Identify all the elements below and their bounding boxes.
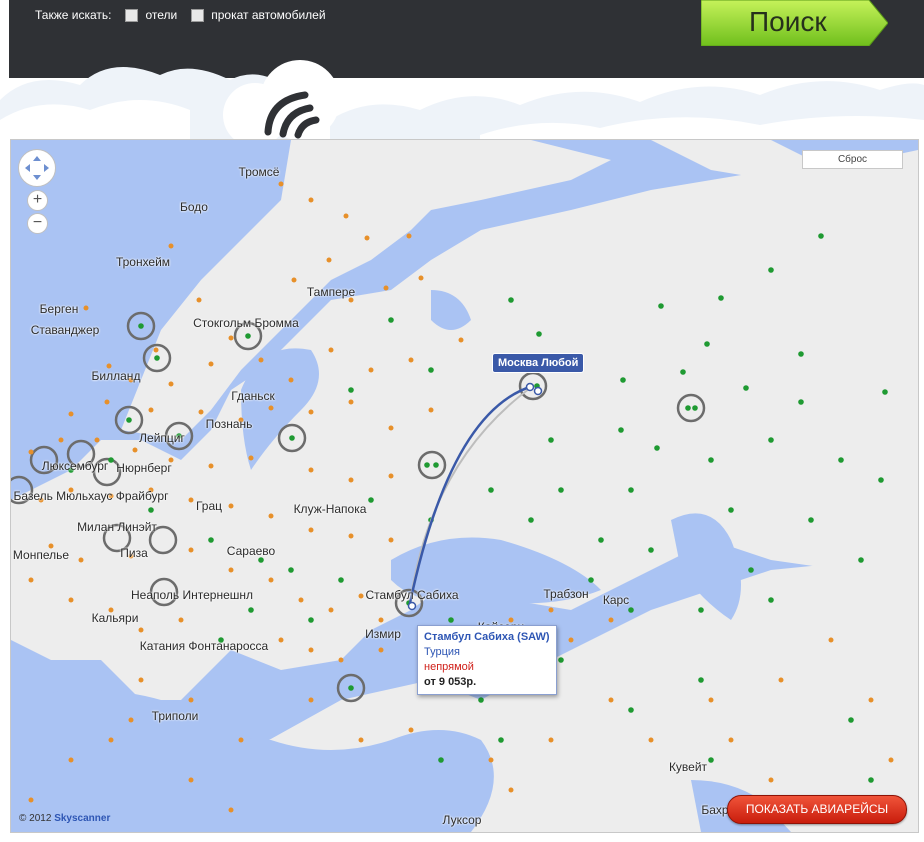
city-label: Измир — [365, 627, 401, 641]
city-label: Неаполь Интернешнл — [130, 588, 254, 602]
origin-label[interactable]: Москва Любой — [492, 353, 585, 373]
city-label: Тампере — [306, 285, 356, 299]
popup-stops: непрямой — [424, 661, 474, 673]
city-label: Ставанджер — [30, 323, 100, 337]
city-label: Лейпциг — [139, 431, 185, 445]
zoom-in-button[interactable]: + — [27, 190, 48, 211]
reset-button[interactable]: Сброс — [802, 150, 903, 169]
car-rental-checkbox[interactable] — [191, 8, 205, 22]
popup-price: от 9 053р. — [424, 676, 477, 688]
clouds-decoration — [0, 60, 924, 150]
search-also-label: Также искать: — [35, 8, 112, 22]
city-label: Берген — [39, 302, 79, 316]
city-label: Бодо — [180, 200, 208, 214]
popup-title[interactable]: Стамбул Сабиха (SAW) — [424, 630, 550, 645]
city-label: Билланд — [91, 369, 141, 383]
search-also-row: Также искать: отели прокат автомобилей — [35, 8, 340, 22]
city-label: Бахр — [701, 803, 729, 817]
city-label: Триполи — [151, 709, 199, 723]
city-label: Тромсё — [238, 165, 280, 179]
city-label: Кальяри — [91, 611, 139, 625]
city-label: Стокгольм Бромма — [193, 316, 299, 330]
city-label: Познань — [205, 417, 253, 431]
city-label: Монпелье — [12, 548, 70, 562]
copyright: © 2012 Skyscanner — [19, 813, 110, 824]
city-label: Луксор — [442, 813, 482, 827]
pan-arrows-icon — [25, 156, 49, 180]
city-label: Кувейт — [668, 760, 708, 774]
city-label: Карс — [602, 593, 630, 607]
map-background — [11, 140, 918, 832]
car-rental-checkbox-label[interactable]: прокат автомобилей — [211, 8, 325, 22]
zoom-out-button[interactable]: − — [27, 213, 48, 234]
city-label: Пиза — [120, 546, 148, 560]
search-button-label: Поиск — [749, 6, 827, 37]
pan-control[interactable] — [18, 149, 56, 187]
city-label: Базель Мюльхаус Фрайбург — [13, 489, 169, 503]
flight-map[interactable]: Тромсё Бодо Тронхейм Берген Ставанджер Т… — [10, 139, 919, 833]
destination-popup[interactable]: Стамбул Сабиха (SAW) Турция непрямой от … — [417, 625, 557, 695]
city-label: Катания Фонтанаросса — [139, 639, 269, 653]
copyright-text: © 2012 — [19, 813, 52, 824]
hotels-checkbox[interactable] — [125, 8, 139, 22]
city-label: Грац — [195, 499, 223, 513]
city-label: Трабзон — [543, 587, 589, 601]
copyright-brand[interactable]: Skyscanner — [54, 813, 110, 824]
popup-country: Турция — [424, 646, 460, 658]
city-label: Клуж-Напока — [293, 502, 367, 516]
city-label: Гданьск — [231, 389, 275, 403]
city-label: Люксембург — [41, 459, 109, 473]
city-label: Тронхейм — [115, 255, 171, 269]
show-flights-button[interactable]: ПОКАЗАТЬ АВИАРЕЙСЫ — [727, 795, 907, 824]
city-label: Нюрнберг — [116, 461, 172, 475]
city-label: Сараево — [226, 544, 276, 558]
city-label: Стамбул Сабиха — [365, 588, 459, 602]
city-label: Милан Линэйт — [77, 520, 157, 534]
hotels-checkbox-label[interactable]: отели — [145, 8, 177, 22]
